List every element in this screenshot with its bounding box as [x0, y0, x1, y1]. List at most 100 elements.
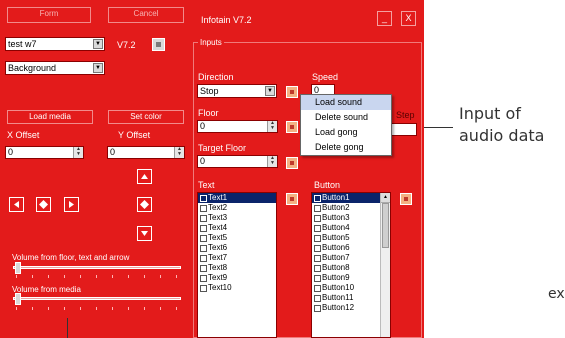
mode-select[interactable]: Background ▼	[5, 61, 105, 75]
button-list[interactable]: Button1 Button2 Button3 Button4 Button5 …	[311, 192, 391, 338]
step-input[interactable]	[389, 123, 417, 136]
annotation-line-1: Input of	[459, 104, 521, 123]
window-title: Infotain V7.2	[201, 15, 252, 25]
move-left-button[interactable]	[9, 197, 24, 212]
chevron-down-icon[interactable]: ▼	[93, 39, 103, 49]
form-button[interactable]: Form	[7, 7, 91, 23]
list-item[interactable]: Button10	[312, 283, 390, 293]
direction-select[interactable]: Stop ▼	[197, 84, 277, 98]
x-offset-input[interactable]: 0 ▲ ▼	[5, 146, 84, 159]
y-offset-input[interactable]: 0 ▲ ▼	[107, 146, 185, 159]
menu-item-load-gong[interactable]: Load gong	[301, 125, 391, 140]
menu-item-load-sound[interactable]: Load sound	[301, 95, 391, 110]
direction-settings-icon[interactable]	[286, 86, 298, 98]
volume-floor-slider[interactable]	[13, 266, 181, 269]
button-list-scrollbar[interactable]: ▲	[380, 193, 390, 337]
annotation-leader-line	[424, 127, 453, 128]
list-item[interactable]: Button1	[312, 193, 390, 203]
list-item-label: Text4	[208, 223, 228, 232]
scrollbar-thumb[interactable]	[382, 203, 389, 248]
list-item-label: Button3	[322, 213, 350, 222]
y-offset-label: Y Offset	[118, 130, 151, 140]
list-item[interactable]: Text4	[198, 223, 276, 233]
list-item[interactable]: Button7	[312, 253, 390, 263]
set-color-button[interactable]: Set color	[108, 110, 184, 124]
project-select[interactable]: test w7 ▼	[5, 37, 105, 51]
list-item[interactable]: Button8	[312, 263, 390, 273]
menu-item-delete-gong[interactable]: Delete gong	[301, 140, 391, 155]
center-button[interactable]	[36, 197, 51, 212]
volume-media-ticks	[16, 307, 178, 311]
cancel-button[interactable]: Cancel	[108, 7, 184, 23]
speed-label: Speed	[312, 72, 339, 82]
list-item[interactable]: Text2	[198, 203, 276, 213]
move-up-button[interactable]	[137, 169, 152, 184]
move-right-button[interactable]	[64, 197, 79, 212]
list-item[interactable]: Text3	[198, 213, 276, 223]
button-list-settings-icon[interactable]	[400, 193, 412, 205]
list-item[interactable]: Button5	[312, 233, 390, 243]
list-item-label: Button9	[322, 273, 350, 282]
list-item-label: Button6	[322, 243, 350, 252]
version-settings-icon[interactable]	[152, 38, 165, 51]
floor-value: 0	[200, 121, 206, 131]
volume-media-slider-thumb[interactable]	[15, 293, 21, 305]
close-button[interactable]: X	[401, 11, 416, 26]
close-icon: X	[405, 13, 412, 23]
inputs-group-title: Inputs	[198, 37, 224, 48]
spinner-icon[interactable]: ▲ ▼	[267, 156, 277, 167]
list-item-label: Text5	[208, 233, 228, 242]
list-item-label: Text9	[208, 273, 228, 282]
list-item-label: Button11	[322, 293, 354, 302]
spinner-icon[interactable]: ▲ ▼	[73, 147, 83, 158]
list-item[interactable]: Button9	[312, 273, 390, 283]
list-item[interactable]: Text8	[198, 263, 276, 273]
list-item[interactable]: Text5	[198, 233, 276, 243]
center-vertical-button[interactable]	[137, 197, 152, 212]
list-item-label: Text2	[208, 203, 228, 212]
scroll-up-icon[interactable]: ▲	[381, 193, 390, 203]
text-list-settings-icon[interactable]	[286, 193, 298, 205]
list-item[interactable]: Button11	[312, 293, 390, 303]
minimize-button[interactable]: _	[377, 11, 392, 26]
menu-item-delete-sound[interactable]: Delete sound	[301, 110, 391, 125]
target-floor-settings-icon[interactable]	[286, 157, 298, 169]
volume-floor-slider-thumb[interactable]	[15, 262, 21, 274]
load-media-button[interactable]: Load media	[7, 110, 93, 124]
direction-select-value: Stop	[200, 86, 219, 96]
chevron-down-icon[interactable]: ▼	[265, 86, 275, 96]
spinner-icon[interactable]: ▲ ▼	[267, 121, 277, 132]
chevron-down-icon[interactable]: ▼	[93, 63, 103, 73]
list-item[interactable]: Button4	[312, 223, 390, 233]
list-item[interactable]: Text9	[198, 273, 276, 283]
minimize-icon: _	[381, 13, 387, 23]
list-item[interactable]: Button2	[312, 203, 390, 213]
target-floor-input[interactable]: 0 ▲ ▼	[197, 155, 278, 168]
list-item-label: Button5	[322, 233, 350, 242]
text-list[interactable]: Text1 Text2 Text3 Text4 Text5 Text6 Text…	[197, 192, 277, 338]
list-item[interactable]: Text7	[198, 253, 276, 263]
move-down-button[interactable]	[137, 226, 152, 241]
volume-media-slider[interactable]	[13, 297, 181, 300]
list-item[interactable]: Button3	[312, 213, 390, 223]
floor-input[interactable]: 0 ▲ ▼	[197, 120, 278, 133]
list-item[interactable]: Text10	[198, 283, 276, 293]
list-item[interactable]: Button12	[312, 303, 390, 313]
arrow-left-icon	[14, 201, 19, 208]
spinner-icon[interactable]: ▲ ▼	[174, 147, 184, 158]
list-item-label: Text6	[208, 243, 228, 252]
list-item[interactable]: Button6	[312, 243, 390, 253]
x-offset-value: 0	[8, 147, 14, 157]
project-select-value: test w7	[8, 39, 37, 49]
list-item[interactable]: Text6	[198, 243, 276, 253]
list-item-label: Text8	[208, 263, 228, 272]
list-item[interactable]: Text1	[198, 193, 276, 203]
step-label: Step	[396, 110, 415, 120]
floor-settings-icon[interactable]	[286, 121, 298, 133]
list-item-label: Button4	[322, 223, 350, 232]
list-item-label: Button7	[322, 253, 350, 262]
list-item-label: Text10	[208, 283, 232, 292]
target-floor-value: 0	[200, 156, 206, 166]
center-icon	[39, 200, 48, 209]
list-item-label: Button2	[322, 203, 350, 212]
